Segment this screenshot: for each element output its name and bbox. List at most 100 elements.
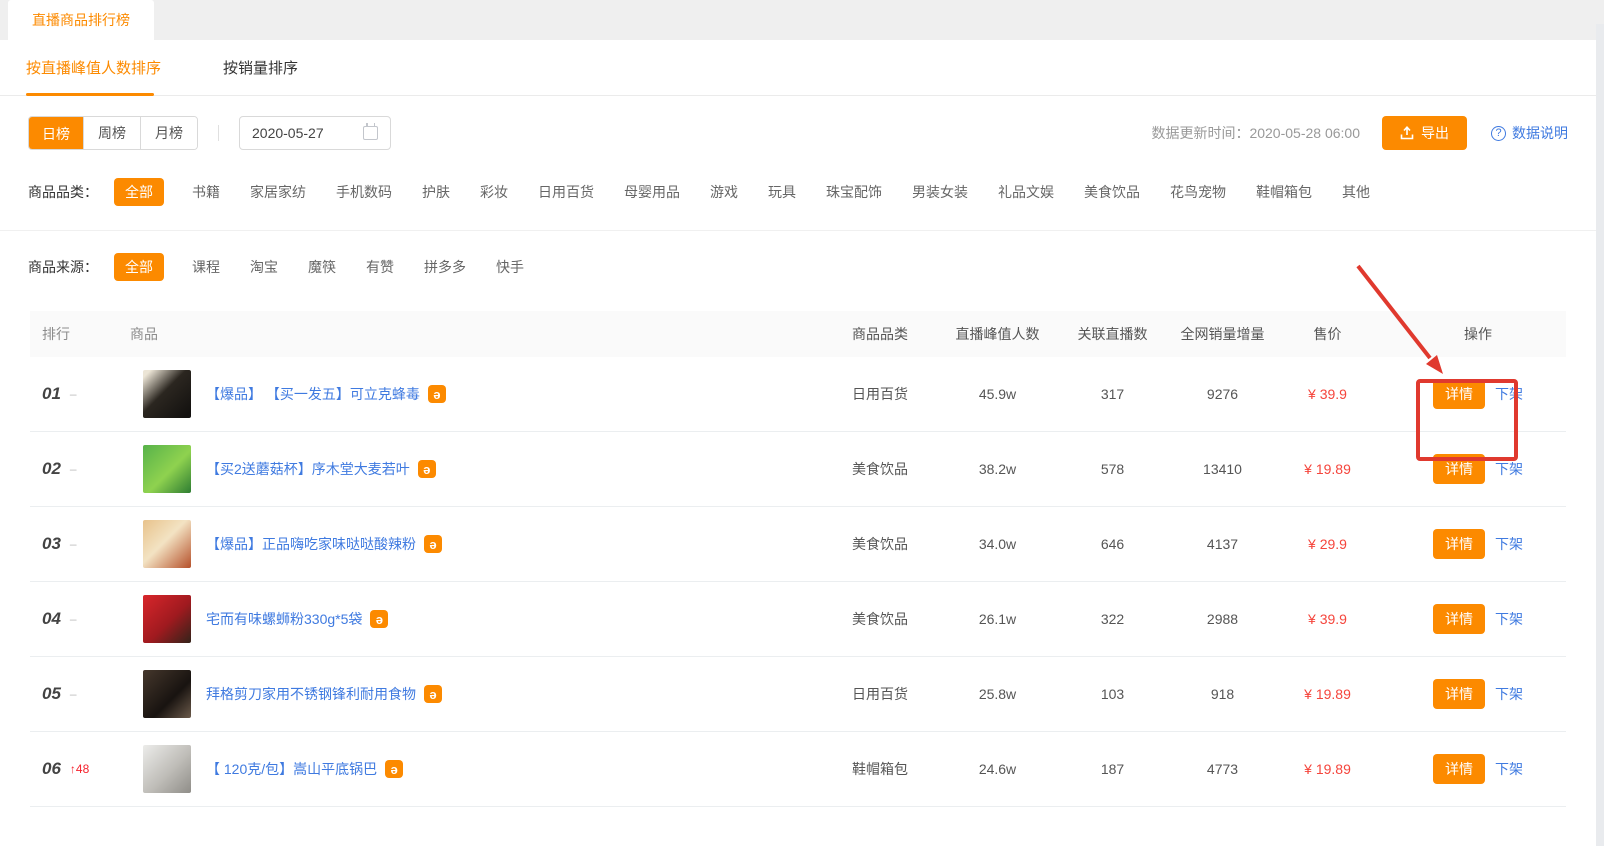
offshelf-link[interactable]: 下架 — [1495, 759, 1523, 779]
product-title-link[interactable]: 宅而有味螺蛳粉330g*5袋 — [206, 609, 362, 629]
category-option[interactable]: 护肤 — [422, 182, 450, 202]
cell-sales-growth: 2988 — [1206, 611, 1239, 627]
category-option[interactable]: 玩具 — [768, 182, 796, 202]
cell-peak-viewers: 45.9w — [978, 386, 1017, 402]
sort-subtabs: 按直播峰值人数排序 按销量排序 — [0, 40, 1596, 96]
period-toggle-group: 日榜 周榜 月榜 — [28, 116, 198, 150]
source-option[interactable]: 拼多多 — [424, 257, 466, 277]
export-label: 导出 — [1421, 125, 1449, 141]
rank-change: – — [69, 537, 77, 551]
category-option[interactable]: 游戏 — [710, 182, 738, 202]
product-thumbnail — [143, 370, 191, 418]
cell-peak-viewers: 26.1w — [978, 611, 1017, 627]
table-row: 05– 拜格剪刀家用不锈钢锋利耐用食物 ə 日用百货 25.8w 103 918 … — [30, 657, 1566, 732]
product-title-link[interactable]: 【爆品】 【买一发五】可立克蜂毒 — [206, 384, 420, 404]
category-option[interactable]: 花鸟宠物 — [1170, 182, 1226, 202]
table-header-row: 排行 商品 商品品类 直播峰值人数 关联直播数 全网销量增量 售价 操作 — [30, 311, 1566, 357]
subtab-by-peak-viewers[interactable]: 按直播峰值人数排序 — [26, 57, 161, 78]
category-filter-row: 商品品类： 全部 书籍 家居家纺 手机数码 护肤 彩妆 日用百货 母婴用品 游戏… — [0, 164, 1596, 220]
question-circle-icon: ? — [1491, 125, 1506, 141]
cell-peak-viewers: 38.2w — [978, 461, 1017, 477]
category-option-all[interactable]: 全部 — [114, 178, 164, 206]
shop-badge-icon: ə — [424, 685, 442, 703]
main-card: 按直播峰值人数排序 按销量排序 日榜 周榜 月榜 2020-05-27 数据更新… — [0, 40, 1596, 846]
shop-badge-icon: ə — [417, 460, 436, 478]
period-monthly-button[interactable]: 月榜 — [140, 117, 197, 149]
source-option-all[interactable]: 全部 — [114, 253, 164, 281]
category-option[interactable]: 鞋帽箱包 — [1256, 182, 1312, 202]
source-option[interactable]: 魔筷 — [308, 257, 336, 277]
cell-category: 美食饮品 — [852, 461, 908, 477]
detail-button[interactable]: 详情 — [1433, 754, 1485, 784]
rank-change-up: ↑48 — [69, 762, 90, 776]
shop-badge-icon: ə — [424, 535, 442, 553]
product-title-link[interactable]: 【爆品】正品嗨吃家味哒哒酸辣粉 — [206, 534, 416, 554]
toolbar-right: 数据更新时间：2020-05-28 06:00 导出 ? 数据说明 — [1151, 116, 1568, 150]
category-option[interactable]: 家居家纺 — [250, 182, 306, 202]
cell-price: ¥ 29.9 — [1308, 536, 1347, 552]
detail-button[interactable]: 详情 — [1433, 379, 1485, 409]
subtab-by-sales[interactable]: 按销量排序 — [223, 57, 298, 78]
rank-number: 03 — [42, 534, 61, 553]
product-title-link[interactable]: 拜格剪刀家用不锈钢锋利耐用食物 — [206, 684, 416, 704]
product-title-link[interactable]: 【 120克/包】嵩山平底锅巴 — [206, 759, 377, 779]
product-thumbnail — [143, 520, 191, 568]
detail-button[interactable]: 详情 — [1433, 604, 1485, 634]
offshelf-link[interactable]: 下架 — [1495, 459, 1523, 479]
rank-change: – — [69, 387, 77, 401]
source-filter-row: 商品来源： 全部 课程 淘宝 魔筷 有赞 拼多多 快手 — [0, 230, 1596, 295]
export-upload-icon — [1400, 126, 1414, 140]
shop-badge-icon: ə — [427, 385, 446, 403]
category-option[interactable]: 珠宝配饰 — [826, 182, 882, 202]
top-tabbar: 直播商品排行榜 — [0, 0, 1604, 40]
data-info-link[interactable]: ? 数据说明 — [1491, 123, 1568, 143]
period-weekly-button[interactable]: 周榜 — [83, 117, 140, 149]
shop-badge-icon: ə — [370, 610, 389, 628]
cell-category: 美食饮品 — [852, 611, 908, 627]
category-option[interactable]: 其他 — [1342, 182, 1370, 202]
cell-peak-viewers: 34.0w — [978, 536, 1017, 552]
toolbar: 日榜 周榜 月榜 2020-05-27 数据更新时间：2020-05-28 06… — [0, 96, 1596, 164]
export-button[interactable]: 导出 — [1382, 116, 1467, 150]
rank-number: 05 — [42, 684, 61, 703]
cell-price: ¥ 39.9 — [1308, 611, 1347, 627]
date-picker[interactable]: 2020-05-27 — [239, 116, 391, 150]
detail-button[interactable]: 详情 — [1433, 679, 1485, 709]
shop-badge-icon: ə — [385, 760, 404, 778]
cell-peak-viewers: 25.8w — [978, 686, 1017, 702]
detail-button[interactable]: 详情 — [1433, 529, 1485, 559]
source-option[interactable]: 淘宝 — [250, 257, 278, 277]
cell-peak-viewers: 24.6w — [978, 761, 1017, 777]
category-option[interactable]: 书籍 — [192, 182, 220, 202]
period-daily-button[interactable]: 日榜 — [29, 117, 84, 149]
cell-category: 日用百货 — [852, 386, 908, 402]
scrollbar-track[interactable] — [1596, 24, 1604, 846]
category-option[interactable]: 美食饮品 — [1084, 182, 1140, 202]
cell-category: 鞋帽箱包 — [852, 761, 908, 777]
offshelf-link[interactable]: 下架 — [1495, 684, 1523, 704]
detail-button[interactable]: 详情 — [1433, 454, 1485, 484]
source-option[interactable]: 有赞 — [366, 257, 394, 277]
offshelf-link[interactable]: 下架 — [1495, 534, 1523, 554]
category-option[interactable]: 礼品文娱 — [998, 182, 1054, 202]
category-option[interactable]: 男装女装 — [912, 182, 968, 202]
source-option[interactable]: 快手 — [496, 257, 524, 277]
tab-live-product-ranking[interactable]: 直播商品排行榜 — [8, 0, 154, 40]
cell-sales-growth: 13410 — [1203, 461, 1242, 477]
cell-live-count: 187 — [1100, 761, 1125, 777]
offshelf-link[interactable]: 下架 — [1495, 384, 1523, 404]
cell-category: 美食饮品 — [852, 536, 908, 552]
product-title-link[interactable]: 【买2送蘑菇杯】序木堂大麦若叶 — [206, 459, 410, 479]
source-option[interactable]: 课程 — [192, 257, 220, 277]
table-row: 02– 【买2送蘑菇杯】序木堂大麦若叶 ə 美食饮品 38.2w 578 1341… — [30, 432, 1566, 507]
category-option[interactable]: 彩妆 — [480, 182, 508, 202]
product-thumbnail — [143, 595, 191, 643]
cell-live-count: 317 — [1100, 386, 1125, 402]
cell-price: ¥ 19.89 — [1304, 686, 1351, 702]
offshelf-link[interactable]: 下架 — [1495, 609, 1523, 629]
header-live-count: 关联直播数 — [1077, 326, 1148, 342]
table-row: 01– 【爆品】 【买一发五】可立克蜂毒 ə 日用百货 45.9w 317 927… — [30, 357, 1566, 432]
category-option[interactable]: 手机数码 — [336, 182, 392, 202]
category-option[interactable]: 日用百货 — [538, 182, 594, 202]
category-option[interactable]: 母婴用品 — [624, 182, 680, 202]
